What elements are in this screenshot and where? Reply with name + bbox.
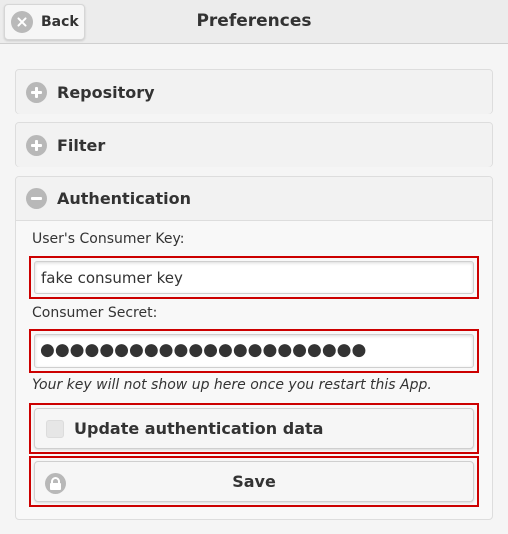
update-auth-label: Update authentication data (74, 419, 324, 438)
lock-icon (45, 473, 66, 494)
consumer-secret-frame: ●●●●●●●●●●●●●●●●●●●●●● (29, 329, 479, 373)
save-button-label: Save (232, 472, 276, 491)
section-header-repository[interactable]: Repository (16, 70, 492, 114)
page-title: Preferences (196, 11, 312, 31)
consumer-key-label: User's Consumer Key: (32, 231, 185, 247)
section-title-authentication: Authentication (57, 189, 191, 208)
section-title-repository: Repository (57, 82, 155, 102)
header-bar: Back Preferences (0, 0, 508, 44)
checkbox-box (46, 419, 64, 438)
update-checkbox-frame: Update authentication data (29, 403, 479, 454)
section-header-authentication[interactable]: Authentication (16, 177, 492, 221)
section-header-filter[interactable]: Filter (16, 123, 492, 167)
plus-icon (26, 81, 47, 103)
plus-icon (26, 134, 47, 156)
consumer-secret-input[interactable]: ●●●●●●●●●●●●●●●●●●●●●● (34, 334, 474, 368)
key-hint-text: Your key will not show up here once you … (32, 377, 432, 393)
section-authentication: Authentication User's Consumer Key: Cons… (15, 176, 493, 520)
save-button[interactable]: Save (34, 461, 474, 502)
section-repository: Repository (15, 69, 493, 114)
section-title-filter: Filter (57, 135, 106, 155)
save-button-frame: Save (29, 456, 479, 507)
consumer-key-frame (29, 256, 479, 299)
minus-icon (26, 188, 47, 209)
section-filter: Filter (15, 122, 493, 167)
consumer-key-input[interactable] (34, 261, 474, 294)
consumer-secret-label: Consumer Secret: (32, 305, 158, 321)
update-auth-checkbox[interactable]: Update authentication data (34, 408, 474, 449)
